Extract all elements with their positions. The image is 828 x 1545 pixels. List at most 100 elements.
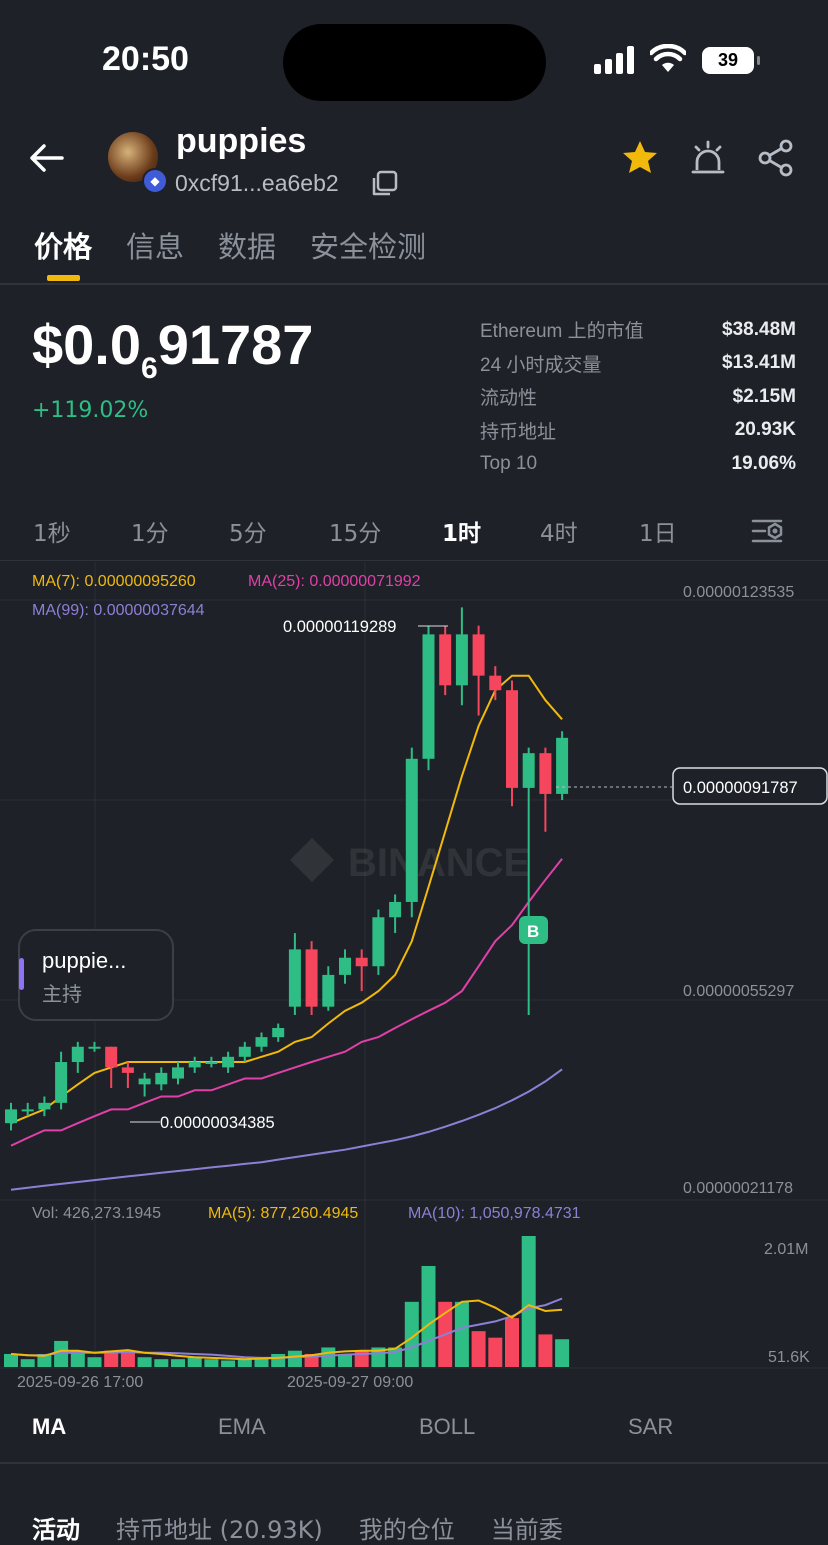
candle-body [322, 974, 335, 1007]
share-icon[interactable] [756, 138, 796, 178]
candle-body [556, 737, 569, 794]
stat-row: 24 小时成交量 $13.41M [480, 347, 796, 381]
dynamic-island [283, 24, 546, 101]
host-card-title: puppie... [42, 948, 127, 973]
tabs-divider [0, 283, 828, 285]
y-axis-label-top: 0.00000123535 [683, 584, 794, 601]
stat-row: Ethereum 上的市值 $38.48M [480, 313, 796, 347]
volume-bar [521, 1236, 536, 1367]
volume-bar [454, 1301, 469, 1367]
watermark-text: BINANCE [348, 841, 530, 885]
volume-bar [171, 1359, 185, 1367]
tab-security[interactable]: 安全检测 [310, 224, 426, 266]
timeframe-4h[interactable]: 4时 [540, 514, 578, 548]
price-change: +119.02% [32, 398, 149, 423]
y-axis-label-mid: 0.00000055297 [683, 983, 794, 1000]
y-axis-label-bottom: 0.00000021178 [683, 1180, 793, 1197]
volume-bar [488, 1337, 503, 1367]
volume-bar [87, 1357, 102, 1367]
candle-body [422, 634, 435, 759]
volume-bar [4, 1353, 18, 1367]
copy-icon[interactable] [370, 170, 398, 198]
volume-bar [20, 1359, 35, 1367]
candle-body [5, 1109, 17, 1124]
volume-bar [505, 1318, 519, 1367]
ma7-label: MA(7): 0.00000095260 [32, 573, 196, 590]
stat-label: 流动性 [480, 388, 538, 410]
candle-body [539, 753, 552, 794]
timeframe-1m[interactable]: 1分 [131, 514, 169, 548]
stat-label: 持币地址 [480, 421, 557, 443]
indicator-sar[interactable]: SAR [628, 1414, 673, 1440]
token-address: 0xcf91...ea6eb2 [175, 170, 339, 196]
candle-body [506, 690, 518, 788]
volume-bar [154, 1359, 169, 1367]
indicator-ma[interactable]: MA [32, 1414, 66, 1440]
stat-value: $13.41M [722, 352, 796, 374]
timeframe-1s[interactable]: 1秒 [33, 514, 71, 548]
back-arrow-icon[interactable] [28, 140, 66, 176]
stat-value: 19.06% [731, 452, 796, 474]
price-zero-count: 6 [141, 352, 158, 385]
candle-body [105, 1046, 118, 1068]
candle-body [405, 758, 418, 902]
candle-body [121, 1067, 134, 1073]
timeframe-15m[interactable]: 15分 [329, 514, 381, 548]
status-time: 20:50 [102, 40, 189, 78]
wifi-icon [650, 44, 686, 72]
alarm-icon[interactable] [688, 138, 728, 178]
candle-body [455, 634, 468, 686]
battery-icon: 39 [702, 47, 760, 74]
stat-label: 24 小时成交量 [480, 354, 602, 376]
host-card-accent [19, 958, 24, 990]
star-icon[interactable] [620, 138, 660, 178]
volume-bar [237, 1359, 252, 1367]
stat-label: Top 10 [480, 452, 538, 474]
indicator-ema[interactable]: EMA [218, 1414, 266, 1440]
price-prefix: $0.0 [32, 313, 141, 376]
candle-body [472, 634, 485, 676]
tab-orders[interactable]: 当前委 [491, 1510, 563, 1545]
candle-body [355, 957, 368, 967]
timeframe-1d[interactable]: 1日 [639, 514, 677, 548]
candle-body [55, 1062, 68, 1103]
candle-body [155, 1072, 168, 1085]
indicator-selector: MA EMA BOLL SAR [0, 1400, 828, 1455]
token-name: puppies [176, 122, 307, 160]
indicator-boll[interactable]: BOLL [419, 1414, 475, 1440]
candle-body [172, 1067, 184, 1079]
volume-bar [555, 1339, 570, 1367]
tab-info[interactable]: 信息 [126, 224, 184, 266]
price-digits: 91787 [157, 313, 314, 376]
stat-row: Top 10 19.06% [480, 447, 796, 481]
tab-data[interactable]: 数据 [218, 224, 276, 266]
stat-value: $2.15M [732, 385, 796, 407]
candle-body [288, 949, 301, 1007]
volume-bar [538, 1334, 553, 1367]
host-card[interactable] [18, 929, 174, 1021]
tab-price[interactable]: 价格 [34, 224, 92, 281]
tab-holders[interactable]: 持币地址 (20.93K) [116, 1510, 323, 1545]
candle-body [339, 957, 351, 975]
candle-body [38, 1102, 51, 1110]
volume-bar [204, 1359, 219, 1367]
candle-body [389, 901, 402, 918]
host-card-subtitle: 主持 [42, 982, 82, 1006]
volume-ma5-label: MA(5): 877,260.4945 [208, 1205, 358, 1222]
buy-marker-text: B [527, 922, 539, 941]
candle-body [372, 917, 385, 967]
tab-my-position[interactable]: 我的仓位 [359, 1510, 455, 1545]
volume-bar [421, 1265, 436, 1367]
tab-activity[interactable]: 活动 [32, 1510, 80, 1545]
stat-label: Ethereum 上的市值 [480, 321, 644, 343]
chart-settings-icon[interactable] [751, 516, 785, 546]
ma7-line [10, 674, 563, 1125]
timeframe-divider [0, 560, 828, 561]
low-price-label: 0.00000034385 [160, 1114, 275, 1132]
candle-body [71, 1046, 84, 1063]
volume-ma10-label: MA(10): 1,050,978.4731 [408, 1205, 581, 1222]
timeframe-1h[interactable]: 1时 [442, 514, 481, 548]
timeframe-5m[interactable]: 5分 [229, 514, 267, 548]
market-stats: Ethereum 上的市值 $38.48M 24 小时成交量 $13.41M 流动性… [480, 313, 796, 481]
candle-body [21, 1109, 34, 1112]
